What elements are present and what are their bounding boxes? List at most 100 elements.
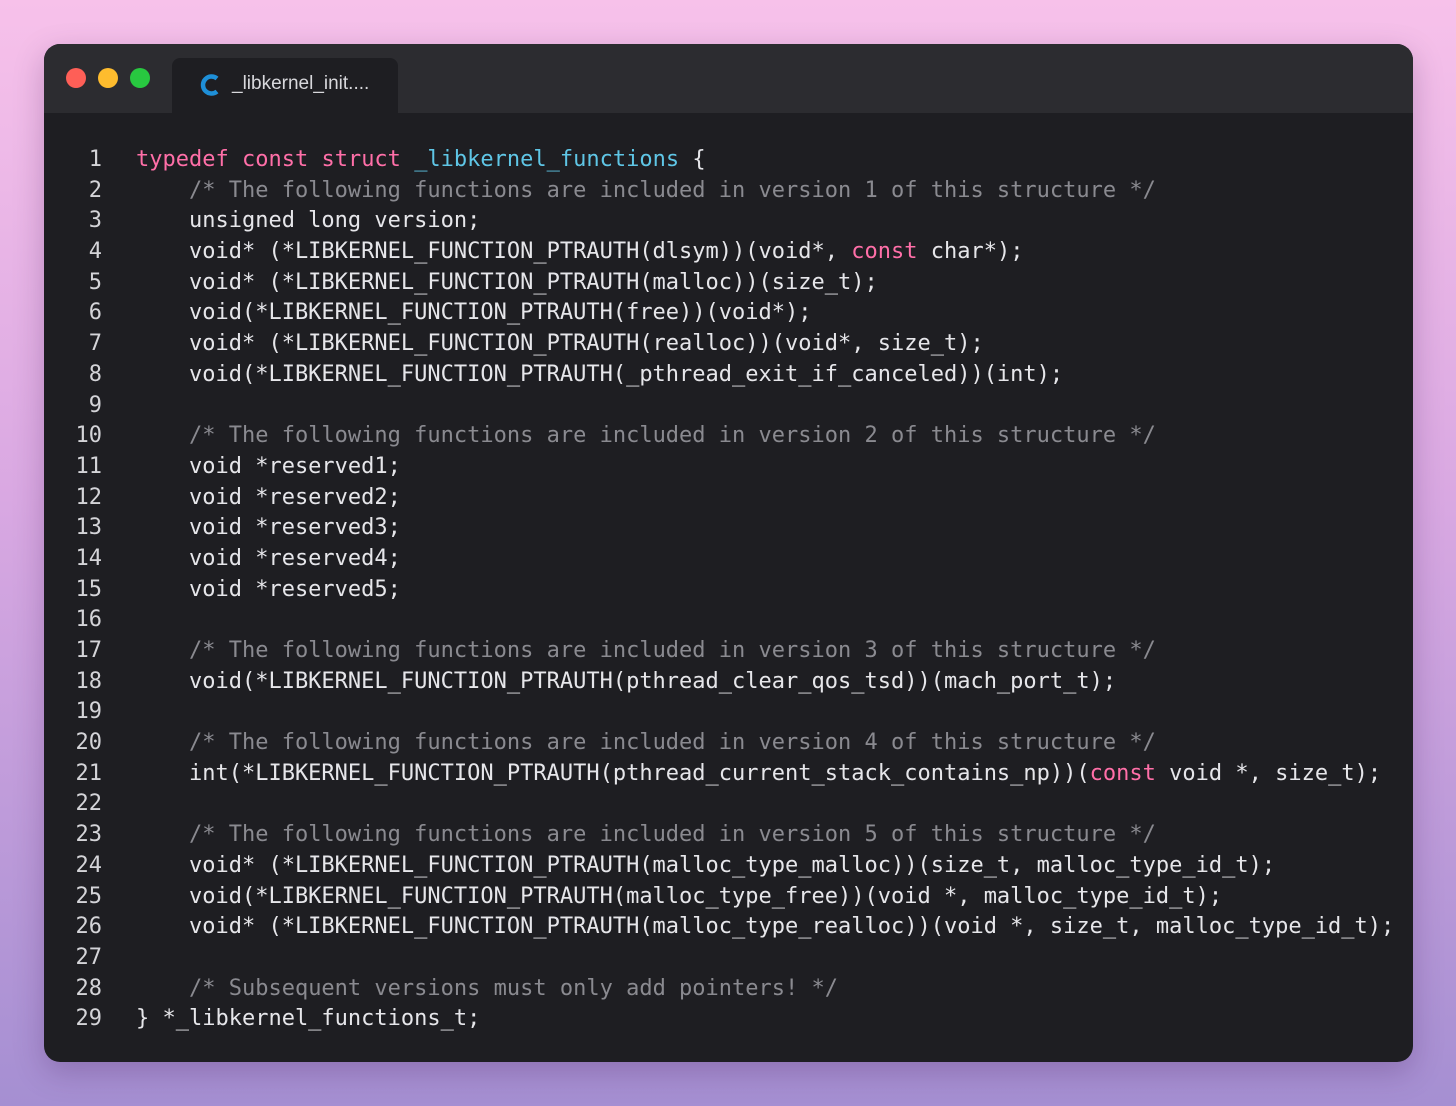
line-number: 18 (75, 668, 103, 694)
code-text: void* (*LIBKERNEL_FUNCTION_PTRAUTH(dlsym… (136, 237, 1023, 268)
code-token: void* (*LIBKERNEL_FUNCTION_PTRAUTH(mallo… (136, 914, 1395, 940)
line-number: 9 (88, 392, 102, 418)
code-token: void* (*LIBKERNEL_FUNCTION_PTRAUTH(dlsym… (136, 239, 852, 265)
line-number: 26 (75, 914, 103, 940)
line-number: 6 (88, 300, 102, 326)
close-button[interactable] (66, 68, 86, 88)
zoom-button[interactable] (130, 68, 150, 88)
code-text: } *_libkernel_functions_t; (136, 1004, 480, 1035)
code-line: 15 void *reserved5; (44, 575, 1413, 606)
code-text: void* (*LIBKERNEL_FUNCTION_PTRAUTH(mallo… (136, 268, 878, 299)
line-number: 24 (75, 852, 103, 878)
code-token: unsigned long version; (136, 208, 481, 234)
code-line: 12 void *reserved2; (44, 483, 1413, 514)
comment-token: /* The following functions are included … (188, 177, 1156, 203)
code-text: /* Subsequent versions must only add poi… (136, 974, 838, 1005)
line-number: 1 (88, 147, 102, 172)
keyword-token: const (851, 239, 918, 265)
line-number: 8 (88, 361, 102, 387)
code-text: void* (*LIBKERNEL_FUNCTION_PTRAUTH(mallo… (136, 912, 1394, 943)
code-line: 22 (44, 789, 1413, 820)
keyword-token: const (1089, 760, 1156, 786)
line-number: 15 (75, 576, 103, 602)
comment-token: /* The following functions are included … (188, 822, 1156, 848)
code-token: void *reserved4; (136, 545, 401, 571)
line-number: 23 (75, 822, 103, 848)
line-number: 21 (75, 760, 103, 786)
tab-label: _libkernel_init.... (232, 73, 370, 94)
code-line: 27 (44, 943, 1413, 974)
code-line: 19 (44, 697, 1413, 728)
line-number: 27 (75, 944, 103, 970)
code-line: 14 void *reserved4; (44, 544, 1413, 575)
line-number: 11 (75, 453, 103, 479)
line-number: 3 (88, 208, 102, 234)
code-token: void* (*LIBKERNEL_FUNCTION_PTRAUTH(mallo… (136, 269, 878, 295)
code-text: /* The following functions are included … (136, 421, 1156, 452)
code-line: 17 /* The following functions are includ… (44, 636, 1413, 667)
line-number: 22 (75, 791, 103, 817)
comment-token: /* Subsequent versions must only add poi… (188, 975, 838, 1001)
code-line: 6 void(*LIBKERNEL_FUNCTION_PTRAUTH(free)… (44, 298, 1413, 329)
code-line: 5 void* (*LIBKERNEL_FUNCTION_PTRAUTH(mal… (44, 268, 1413, 299)
code-text: void *reserved4; (136, 544, 401, 575)
line-number: 2 (88, 177, 102, 203)
line-number: 12 (75, 484, 103, 510)
line-number: 5 (88, 269, 102, 295)
code-line: 8 void(*LIBKERNEL_FUNCTION_PTRAUTH(_pthr… (44, 360, 1413, 391)
code-token: void* (*LIBKERNEL_FUNCTION_PTRAUTH(mallo… (136, 852, 1276, 878)
code-token: void *, size_t); (1155, 760, 1382, 786)
keyword-token: const (241, 147, 309, 172)
code-editor[interactable]: 1 typedef const struct _libkernel_functio… (44, 145, 1413, 1035)
code-text: /* The following functions are included … (136, 728, 1156, 759)
line-number: 17 (75, 638, 103, 663)
code-text: unsigned long version; (136, 206, 480, 237)
code-token: } *_libkernel_functions_t; (136, 1006, 481, 1032)
code-line: 13 void *reserved3; (44, 513, 1413, 544)
title-bar: _libkernel_init.... (44, 44, 1413, 113)
code-text: void* (*LIBKERNEL_FUNCTION_PTRAUTH(reall… (136, 329, 984, 360)
code-text: int(*LIBKERNEL_FUNCTION_PTRAUTH(pthread_… (136, 759, 1381, 790)
code-token: void *reserved2; (136, 484, 401, 510)
code-line: 21 int(*LIBKERNEL_FUNCTION_PTRAUTH(pthre… (44, 759, 1413, 790)
minimize-button[interactable] (98, 68, 118, 88)
code-text: void *reserved5; (136, 575, 401, 606)
code-text: typedef const struct _libkernel_function… (136, 145, 706, 176)
comment-token: /* The following functions are included … (188, 730, 1156, 756)
code-token: void *reserved3; (136, 515, 401, 541)
code-text: void(*LIBKERNEL_FUNCTION_PTRAUTH(free))(… (136, 298, 812, 329)
code-line: 29} *_libkernel_functions_t; (44, 1004, 1413, 1035)
line-number: 10 (75, 423, 103, 449)
code-token: void(*LIBKERNEL_FUNCTION_PTRAUTH(_pthrea… (136, 361, 1064, 387)
file-tab[interactable]: _libkernel_init.... (172, 58, 398, 113)
code-window: _libkernel_init.... 1 typedef const struc… (44, 44, 1413, 1062)
code-token: void(*LIBKERNEL_FUNCTION_PTRAUTH(pthread… (136, 668, 1117, 694)
c-language-icon (200, 74, 219, 96)
code-token: { (679, 147, 706, 172)
line-number: 7 (88, 331, 102, 357)
code-line: 26 void* (*LIBKERNEL_FUNCTION_PTRAUTH(ma… (44, 912, 1413, 943)
code-text: void(*LIBKERNEL_FUNCTION_PTRAUTH(_pthrea… (136, 360, 1063, 391)
code-text: void* (*LIBKERNEL_FUNCTION_PTRAUTH(mallo… (136, 851, 1275, 882)
comment-token: /* The following functions are included … (188, 423, 1156, 449)
keyword-token: struct (321, 147, 401, 172)
line-number: 20 (75, 730, 103, 756)
code-text: /* The following functions are included … (136, 636, 1156, 667)
keyword-token: typedef (136, 147, 229, 172)
code-line: 3 unsigned long version; (44, 206, 1413, 237)
line-number: 4 (88, 239, 102, 265)
line-number: 19 (75, 699, 103, 725)
code-token: char*); (917, 239, 1024, 265)
code-line: 1 typedef const struct _libkernel_functio… (44, 145, 1413, 176)
code-token: void(*LIBKERNEL_FUNCTION_PTRAUTH(malloc_… (136, 883, 1223, 909)
code-line: 7 void* (*LIBKERNEL_FUNCTION_PTRAUTH(rea… (44, 329, 1413, 360)
line-number: 25 (75, 883, 103, 909)
code-text: void(*LIBKERNEL_FUNCTION_PTRAUTH(malloc_… (136, 882, 1222, 913)
